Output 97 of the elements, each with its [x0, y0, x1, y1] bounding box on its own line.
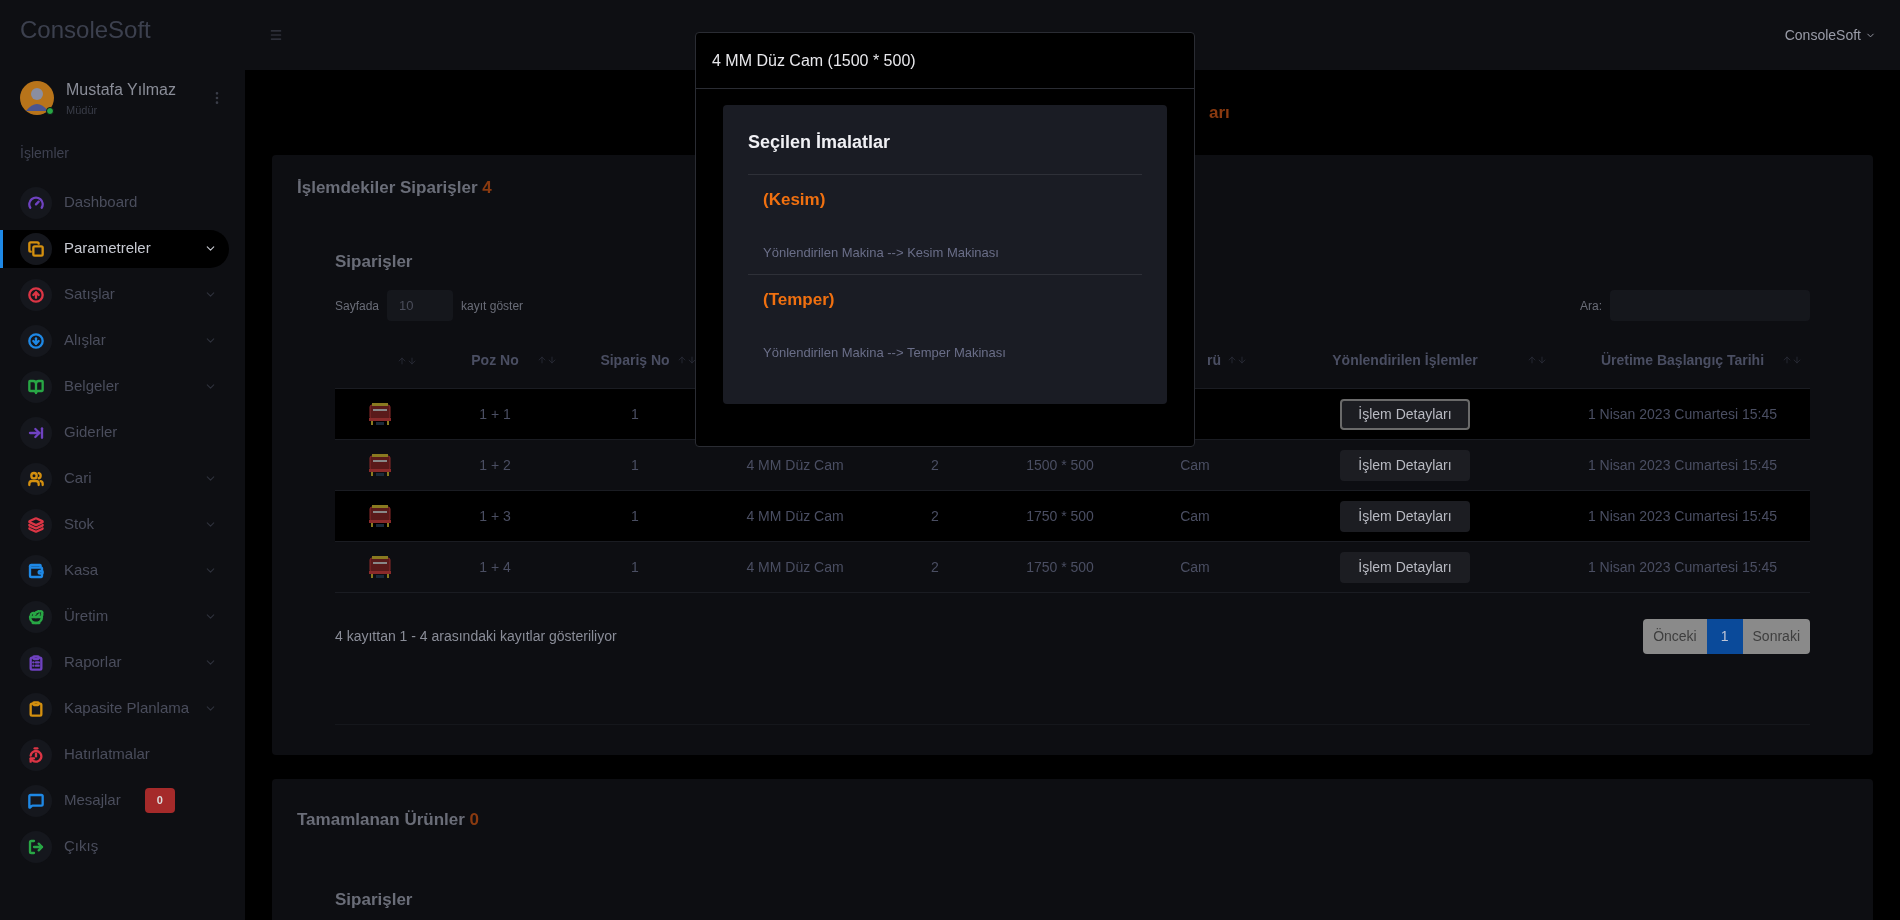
sort-icon[interactable]: [1527, 355, 1547, 365]
table-cell-text: 1 Nisan 2023 Cumartesi 15:45: [1587, 455, 1778, 475]
table-cell-text: 1 Nisan 2023 Cumartesi 15:45: [1587, 557, 1778, 577]
table-info: 4 kayıttan 1 - 4 arasındaki kayıtlar gösteriliyor: [335, 627, 617, 646]
table-cell-text: 2: [931, 455, 939, 475]
table-cell-text: 4 MM Düz Cam: [746, 455, 844, 475]
table-cell-text: Cam: [1180, 506, 1210, 526]
table-cell-text: 1: [631, 455, 639, 475]
machine-text: Yönlendirilen Makina --> Kesim Makinası: [763, 243, 1000, 262]
length-label: Sayfada: [335, 297, 380, 315]
column-header[interactable]: Poz No: [471, 350, 519, 371]
table-cell-text: 1 + 2: [479, 455, 511, 475]
menu-icon[interactable]: [269, 28, 283, 42]
sidebar-label: Mesajlar: [64, 790, 121, 811]
sidebar-item[interactable]: Hatırlatmalar: [0, 735, 229, 774]
sidebar-label: Cari: [64, 468, 92, 489]
panel-title: Seçilen İmalatlar: [748, 129, 1142, 175]
sidebar-item[interactable]: Satışlar: [0, 275, 229, 314]
step-title: (Kesim): [763, 189, 827, 211]
table-title: Siparişler: [335, 888, 413, 911]
brand-logo[interactable]: ConsoleSoft: [0, 0, 245, 58]
sidebar-item[interactable]: Mesajlar 0: [0, 781, 229, 820]
sidebar-item[interactable]: Giderler: [0, 413, 229, 452]
card-title: Tamamlanan Ürünler 0: [297, 809, 480, 831]
sidebar-label: Satışlar: [64, 284, 115, 305]
table-cell-text: 4 MM Düz Cam: [746, 557, 844, 577]
table-cell-text: 1750 * 500: [1026, 506, 1094, 526]
table-cell-text: 1 + 3: [479, 506, 511, 526]
table-cell-text: 1500 * 500: [1026, 455, 1094, 475]
sort-icon[interactable]: [1227, 355, 1247, 365]
page-size-select[interactable]: 10: [387, 290, 454, 321]
details-button[interactable]: İşlem Detayları: [1340, 551, 1470, 583]
pagination-button[interactable]: 1: [1706, 619, 1743, 654]
step-title: (Temper): [763, 289, 836, 311]
sidebar-label: Çıkış: [64, 836, 99, 857]
sidebar-label: Kasa: [64, 560, 99, 581]
table-cell-text: 1 + 4: [479, 557, 511, 577]
sidebar-label: Giderler: [64, 422, 118, 443]
table-cell-text: 1750 * 500: [1026, 557, 1094, 577]
length-label: kayıt göster: [461, 297, 524, 315]
table-cell-text: 1 + 1: [479, 404, 511, 424]
sidebar-item[interactable]: Raporlar: [0, 643, 229, 682]
sort-icon[interactable]: [1782, 355, 1802, 365]
sidebar-item[interactable]: Çıkış: [0, 827, 229, 866]
details-button[interactable]: İşlem Detayları: [1340, 500, 1470, 532]
table-cell-text: Cam: [1180, 455, 1210, 475]
table-cell-text: 1: [631, 557, 639, 577]
sidebar-label: Dashboard: [64, 192, 138, 213]
sidebar-item[interactable]: Dashboard: [0, 183, 229, 222]
sort-icon[interactable]: [677, 355, 697, 365]
machine-text: Yönlendirilen Makina --> Temper Makinası: [763, 343, 1007, 362]
sidebar-item[interactable]: Üretim: [0, 597, 229, 636]
table-cell-text: 1: [631, 506, 639, 526]
search-label: Ara:: [1580, 297, 1602, 315]
table-cell-text: 4 MM Düz Cam: [746, 506, 844, 526]
sidebar-label: Raporlar: [64, 652, 122, 673]
sidebar-item[interactable]: Stok: [0, 505, 229, 544]
table-title: Siparişler: [335, 250, 413, 273]
sidebar-label: Üretim: [64, 606, 109, 627]
table-cell-text: 2: [931, 506, 939, 526]
user-name: Mustafa Yılmaz: [66, 80, 177, 100]
sidebar-item[interactable]: Cari: [0, 459, 229, 498]
machine-icon: [366, 553, 394, 581]
sidebar-label: Kapasite Planlama: [64, 698, 190, 719]
table-cell-text: 1 Nisan 2023 Cumartesi 15:45: [1587, 404, 1778, 424]
sidebar-heading: İşlemler: [19, 143, 70, 163]
sidebar-label: Parametreler: [64, 238, 151, 259]
column-header[interactable]: Sipariş No: [600, 350, 670, 371]
details-button[interactable]: İşlem Detayları: [1340, 449, 1470, 481]
column-header[interactable]: rü: [1207, 350, 1221, 371]
machine-icon: [366, 502, 394, 530]
avatar[interactable]: [20, 81, 54, 116]
sidebar-item[interactable]: Kapasite Planlama: [0, 689, 229, 728]
modal-title: 4 MM Düz Cam (1500 * 500): [712, 50, 916, 71]
machine-icon: [366, 400, 394, 428]
details-button[interactable]: İşlem Detayları: [1340, 398, 1470, 430]
message-count: 0: [144, 788, 175, 813]
card-title: İşlemdekiler Siparişler 4: [297, 177, 492, 199]
sort-icon[interactable]: [397, 355, 417, 366]
sidebar-item[interactable]: Kasa: [0, 551, 229, 590]
sidebar-item[interactable]: Alışlar: [0, 321, 229, 360]
sidebar-label: Stok: [64, 514, 94, 535]
table-cell-text: 1 Nisan 2023 Cumartesi 15:45: [1587, 506, 1778, 526]
table-cell-text: 1: [631, 404, 639, 424]
table-cell-text: Cam: [1180, 557, 1210, 577]
column-header[interactable]: Yönlendirilen İşlemler: [1332, 350, 1478, 371]
sidebar-label: Hatırlatmalar: [64, 744, 150, 765]
sidebar-label: Alışlar: [64, 330, 106, 351]
sort-icon[interactable]: [537, 355, 557, 365]
machine-icon: [366, 451, 394, 479]
sidebar-item[interactable]: Belgeler: [0, 367, 229, 406]
column-header[interactable]: Üretime Başlangıç Tarihi: [1600, 350, 1765, 371]
page-heading: arı: [1209, 101, 1230, 124]
user-menu[interactable]: ConsoleSoft: [1784, 24, 1876, 46]
sidebar-label: Belgeler: [64, 376, 120, 397]
sidebar-item[interactable]: Parametreler: [0, 229, 229, 268]
table-cell-text: 2: [931, 557, 939, 577]
